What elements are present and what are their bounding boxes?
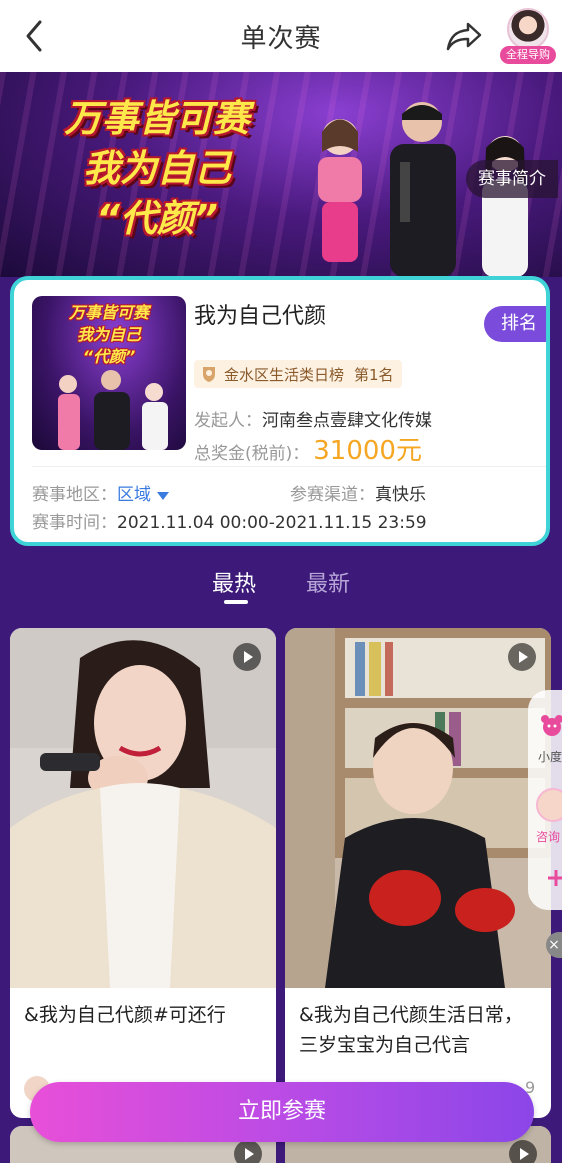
prize-label: 总奖金(税前)：: [194, 444, 310, 464]
thumbnail-people-image: [58, 370, 168, 450]
region-row: 赛事地区：区域: [32, 480, 169, 505]
contest-thumbnail: 万事皆可赛 我为自己 “代颜”: [32, 296, 186, 450]
plus-icon[interactable]: [546, 868, 562, 888]
floating-service-widget[interactable]: 小度 咨询: [528, 690, 562, 910]
time-label: 赛事时间：: [32, 513, 117, 533]
sponsor-value: 河南叁点壹肆文化传媒: [262, 411, 432, 431]
thumbnail-slogan: 万事皆可赛 我为自己 “代颜”: [32, 302, 186, 368]
video-title: &我为自己代颜生活日常，三岁宝宝为自己代言: [299, 1004, 523, 1056]
contest-name: 我为自己代颜: [194, 304, 327, 329]
prize-value: 31000元: [313, 436, 422, 466]
shopping-guide-button[interactable]: 全程导购: [500, 8, 556, 66]
guide-avatar: [507, 8, 549, 50]
chevron-left-icon: [26, 20, 42, 52]
back-button[interactable]: [18, 18, 54, 54]
region-selector[interactable]: 区域: [117, 485, 151, 505]
caret-down-icon[interactable]: [157, 491, 169, 500]
prize-row: 总奖金(税前)： 31000元: [194, 430, 422, 467]
sponsor-label: 发起人：: [194, 411, 262, 431]
rank-badge-label: 金水区生活类日榜: [224, 365, 345, 384]
channel-label: 参赛渠道：: [290, 485, 375, 505]
contest-intro-button[interactable]: 赛事简介: [466, 160, 558, 198]
play-icon[interactable]: [232, 642, 262, 672]
play-icon[interactable]: [507, 642, 537, 672]
thumbnail-line-1: 万事皆可赛: [68, 303, 149, 322]
banner-line-1: 万事皆可赛: [64, 97, 250, 140]
contest-info-card: 万事皆可赛 我为自己 “代颜” 我为自己代颜 排名 金水区生活类日榜 第1名 发…: [10, 276, 550, 546]
rank-badge[interactable]: 金水区生活类日榜 第1名: [194, 360, 402, 388]
bear-icon: [541, 715, 562, 736]
video-title: &我为自己代颜#可还行: [24, 1004, 226, 1026]
medal-icon: [203, 367, 215, 382]
thumbnail-line-3: “代颜”: [82, 347, 136, 366]
card-divider: [32, 466, 546, 467]
banner-slogan: 万事皆可赛 我为自己 “代颜”: [22, 94, 292, 244]
sort-tabs: 最热 最新: [0, 566, 562, 606]
guide-label: 全程导购: [500, 46, 556, 64]
side-label-xiaodu: 小度: [538, 750, 562, 764]
ranking-button[interactable]: 排名: [484, 306, 546, 342]
time-value: 2021.11.04 00:00-2021.11.15 23:59: [117, 513, 427, 533]
video-thumbnail: [285, 628, 551, 988]
share-button[interactable]: [444, 18, 484, 54]
consult-avatar[interactable]: [536, 788, 562, 822]
rank-position: 第1名: [354, 365, 394, 384]
tab-newest[interactable]: 最新: [306, 566, 350, 598]
side-label-consult[interactable]: 咨询: [536, 828, 560, 845]
time-row: 赛事时间：2021.11.04 00:00-2021.11.15 23:59: [32, 508, 427, 533]
share-icon: [446, 22, 482, 51]
region-label: 赛事地区：: [32, 485, 117, 505]
video-card[interactable]: &我为自己代颜#可还行: [10, 628, 276, 1118]
channel-row: 参赛渠道：真快乐: [290, 480, 426, 505]
sponsor-row: 发起人：河南叁点壹肆文化传媒: [194, 406, 432, 431]
channel-value: 真快乐: [375, 485, 426, 505]
page-title: 单次赛: [240, 23, 322, 54]
video-thumbnail: [10, 628, 276, 988]
video-card[interactable]: &我为自己代颜生活日常，三岁宝宝为自己代言 9: [285, 628, 551, 1118]
join-contest-button[interactable]: 立即参赛: [30, 1082, 534, 1142]
banner-line-3: “代颜”: [96, 197, 218, 240]
active-tab-indicator: [224, 600, 248, 604]
banner-line-2: 我为自己: [83, 147, 231, 190]
thumbnail-line-2: 我为自己: [76, 325, 141, 344]
top-nav-bar: 单次赛 全程导购: [0, 0, 562, 72]
contest-banner[interactable]: 万事皆可赛 我为自己 “代颜” 赛事简介: [0, 72, 562, 277]
tab-hottest[interactable]: 最热: [212, 566, 256, 598]
